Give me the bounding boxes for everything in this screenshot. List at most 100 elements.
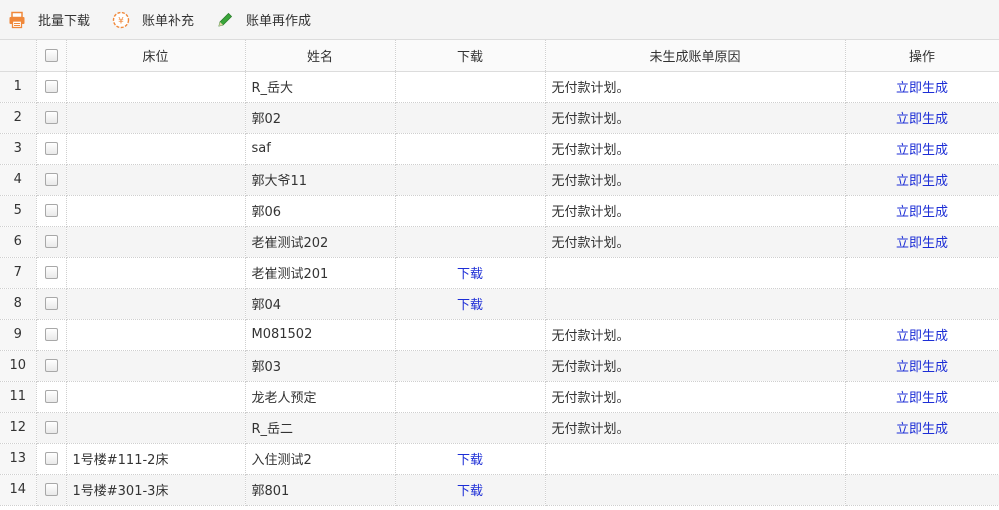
table-row[interactable]: 4 郭大爷11 无付款计划。 立即生成 <box>0 164 999 196</box>
download-cell: 下载 <box>395 474 546 506</box>
download-link[interactable]: 下载 <box>457 484 483 499</box>
table-row[interactable]: 1 R_岳大 无付款计划。 立即生成 <box>0 71 999 103</box>
column-header-download[interactable]: 下载 <box>395 40 546 72</box>
batch-download-button[interactable]: 批量下载 <box>8 6 90 34</box>
row-number: 2 <box>0 102 37 134</box>
generate-now-link[interactable]: 立即生成 <box>896 205 948 220</box>
table-row[interactable]: 9 M081502 无付款计划。 立即生成 <box>0 319 999 351</box>
table-row[interactable]: 5 郭06 无付款计划。 立即生成 <box>0 195 999 227</box>
table-row[interactable]: 8 郭04 下载 <box>0 288 999 320</box>
download-cell <box>395 164 546 196</box>
row-checkbox-cell <box>36 319 67 351</box>
generate-now-link[interactable]: 立即生成 <box>896 174 948 189</box>
name-cell: 入住测试2 <box>245 443 396 475</box>
row-number: 1 <box>0 71 37 103</box>
row-checkbox[interactable] <box>44 80 58 93</box>
bill-regenerate-button[interactable]: 账单再作成 <box>216 6 311 34</box>
action-cell: 立即生成 <box>845 319 999 351</box>
row-number: 6 <box>0 226 37 258</box>
generate-now-link[interactable]: 立即生成 <box>896 81 948 96</box>
name-cell: 郭03 <box>245 350 396 382</box>
download-link[interactable]: 下载 <box>457 453 483 468</box>
name-cell: 老崔测试201 <box>245 257 396 289</box>
bed-cell: 1号楼#301-3床 <box>66 474 246 506</box>
generate-now-link[interactable]: 立即生成 <box>896 143 948 158</box>
bed-cell <box>66 133 246 165</box>
generate-now-link[interactable]: 立即生成 <box>896 329 948 344</box>
generate-now-link[interactable]: 立即生成 <box>896 422 948 437</box>
generate-now-link[interactable]: 立即生成 <box>896 360 948 375</box>
reason-cell: 无付款计划。 <box>545 226 846 258</box>
generate-now-link[interactable]: 立即生成 <box>896 236 948 251</box>
download-cell: 下载 <box>395 257 546 289</box>
row-checkbox-cell <box>36 257 67 289</box>
column-header-bed[interactable]: 床位 <box>66 40 246 72</box>
row-checkbox-cell <box>36 195 67 227</box>
column-header-action[interactable]: 操作 <box>845 40 999 72</box>
column-header-name[interactable]: 姓名 <box>245 40 396 72</box>
table-row[interactable]: 11 龙老人预定 无付款计划。 立即生成 <box>0 381 999 413</box>
row-checkbox-cell <box>36 71 67 103</box>
reason-cell: 无付款计划。 <box>545 102 846 134</box>
table-row[interactable]: 10 郭03 无付款计划。 立即生成 <box>0 350 999 382</box>
row-checkbox-cell <box>36 102 67 134</box>
row-checkbox[interactable] <box>44 328 58 341</box>
batch-download-label: 批量下载 <box>38 14 91 29</box>
row-checkbox[interactable] <box>44 390 58 403</box>
download-cell <box>395 71 546 103</box>
select-all-checkbox[interactable] <box>44 48 58 62</box>
download-link[interactable]: 下载 <box>457 298 483 313</box>
row-checkbox[interactable] <box>44 359 58 372</box>
generate-now-link[interactable]: 立即生成 <box>896 112 948 127</box>
table-row[interactable]: 12 R_岳二 无付款计划。 立即生成 <box>0 412 999 444</box>
action-cell: 立即生成 <box>845 350 999 382</box>
action-cell: 立即生成 <box>845 226 999 258</box>
download-cell: 下载 <box>395 288 546 320</box>
table-row[interactable]: 7 老崔测试201 下载 <box>0 257 999 289</box>
pencil-icon <box>216 11 234 29</box>
bed-cell <box>66 288 246 320</box>
bill-supplement-button[interactable]: ¥ 账单补充 <box>112 6 194 34</box>
bed-cell <box>66 195 246 227</box>
row-checkbox[interactable] <box>44 173 58 186</box>
row-checkbox-cell <box>36 381 67 413</box>
reason-cell: 无付款计划。 <box>545 412 846 444</box>
table-row[interactable]: 13 1号楼#111-2床 入住测试2 下载 <box>0 443 999 475</box>
row-checkbox-cell <box>36 443 67 475</box>
select-all-header <box>36 40 67 72</box>
row-checkbox[interactable] <box>44 204 58 217</box>
column-header-reason[interactable]: 未生成账单原因 <box>545 40 846 72</box>
row-checkbox[interactable] <box>44 421 58 434</box>
row-checkbox[interactable] <box>44 452 58 465</box>
reason-cell: 无付款计划。 <box>545 350 846 382</box>
row-checkbox[interactable] <box>44 142 58 155</box>
row-checkbox[interactable] <box>44 111 58 124</box>
row-number: 11 <box>0 381 37 413</box>
bed-cell <box>66 71 246 103</box>
reason-cell: 无付款计划。 <box>545 71 846 103</box>
generate-now-link[interactable]: 立即生成 <box>896 391 948 406</box>
action-cell <box>845 443 999 475</box>
row-number: 4 <box>0 164 37 196</box>
table-row[interactable]: 14 1号楼#301-3床 郭801 下载 <box>0 474 999 506</box>
reason-cell <box>545 288 846 320</box>
row-checkbox-cell <box>36 350 67 382</box>
row-checkbox[interactable] <box>44 297 58 310</box>
row-number: 3 <box>0 133 37 165</box>
name-cell: 郭大爷11 <box>245 164 396 196</box>
table-row[interactable]: 3 saf 无付款计划。 立即生成 <box>0 133 999 165</box>
row-checkbox[interactable] <box>44 266 58 279</box>
bed-cell <box>66 350 246 382</box>
action-cell: 立即生成 <box>845 164 999 196</box>
bed-cell <box>66 102 246 134</box>
reason-cell: 无付款计划。 <box>545 133 846 165</box>
bed-cell <box>66 257 246 289</box>
row-checkbox[interactable] <box>44 235 58 248</box>
table-row[interactable]: 2 郭02 无付款计划。 立即生成 <box>0 102 999 134</box>
bill-regenerate-label: 账单再作成 <box>246 14 312 29</box>
download-cell <box>395 102 546 134</box>
action-cell <box>845 257 999 289</box>
download-link[interactable]: 下载 <box>457 267 483 282</box>
row-checkbox[interactable] <box>44 483 58 496</box>
table-row[interactable]: 6 老崔测试202 无付款计划。 立即生成 <box>0 226 999 258</box>
